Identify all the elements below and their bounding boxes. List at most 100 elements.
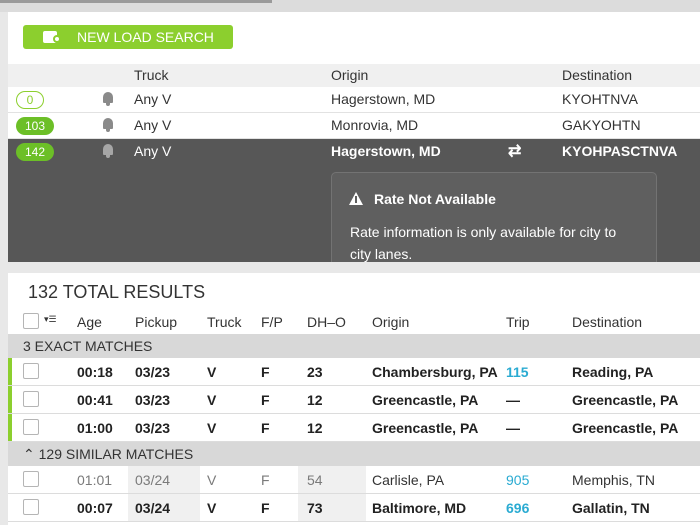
similar-matches-label: ⌃ 129 SIMILAR MATCHES <box>23 446 194 462</box>
cell-trip[interactable]: 905 <box>506 472 529 488</box>
cell-age: 01:01 <box>77 472 113 488</box>
cell-trip: — <box>506 420 520 436</box>
cell-origin: Greencastle, PA <box>372 420 479 436</box>
cell-destination: Memphis, TN <box>572 472 655 488</box>
new-load-search-label: NEW LOAD SEARCH <box>77 29 214 45</box>
match-count-badge: 103 <box>16 117 54 135</box>
row-checkbox[interactable] <box>23 499 39 515</box>
cell-truck: V <box>207 472 217 488</box>
exact-matches-label: 3 EXACT MATCHES <box>23 338 153 354</box>
cell-fp: F <box>261 500 270 516</box>
table-row[interactable]: 00:18 03/23 V F 23 Chambersburg, PA 115 … <box>8 358 700 386</box>
cell-origin: Chambersburg, PA <box>372 364 498 380</box>
cell-fp: F <box>261 472 270 488</box>
sort-menu-icon[interactable]: ▾☰ <box>44 314 57 325</box>
top-strip <box>0 0 700 12</box>
bell-icon[interactable] <box>102 92 114 106</box>
load-row[interactable]: 0 Any V Hagerstown, MD KYOHTNVA <box>8 87 700 113</box>
col-destination: Destination <box>562 67 633 83</box>
cell-trip[interactable]: 696 <box>506 500 529 516</box>
col-pickup[interactable]: Pickup <box>135 314 177 330</box>
cell-fp: F <box>261 392 270 408</box>
top-strip-tab <box>0 0 272 3</box>
col-trip[interactable]: Trip <box>506 314 530 330</box>
col-dho[interactable]: DH–O <box>307 314 346 330</box>
col-fp[interactable]: F/P <box>261 314 283 330</box>
row-checkbox[interactable] <box>23 419 39 435</box>
new-load-search-button[interactable]: NEW LOAD SEARCH <box>23 25 233 49</box>
total-results: 132 TOTAL RESULTS <box>28 282 206 302</box>
select-all-checkbox[interactable] <box>23 313 39 329</box>
load-truck: Any V <box>134 91 172 107</box>
cell-pickup: 03/23 <box>135 420 171 436</box>
results-header: ▾☰ Age Pickup Truck F/P DH–O Origin Trip… <box>8 309 700 334</box>
cell-truck: V <box>207 392 217 408</box>
match-count-badge: 142 <box>16 143 54 161</box>
load-search-panel: NEW LOAD SEARCH Truck Origin Destination… <box>8 12 700 262</box>
similar-matches-section[interactable]: ⌃ 129 SIMILAR MATCHES <box>8 442 700 466</box>
cell-trip[interactable]: 115 <box>506 364 529 380</box>
load-destination: GAKYOHTN <box>562 117 641 133</box>
bell-icon[interactable] <box>102 118 114 132</box>
cell-destination: Reading, PA <box>572 364 654 380</box>
cell-dho: 73 <box>307 500 323 516</box>
cell-age: 00:07 <box>77 500 113 516</box>
cell-truck: V <box>207 420 217 436</box>
cell-truck: V <box>207 500 217 516</box>
cell-destination: Gallatin, TN <box>572 500 650 516</box>
cell-dho: 54 <box>307 472 323 488</box>
load-row[interactable]: 103 Any V Monrovia, MD GAKYOHTN <box>8 113 700 139</box>
load-origin: Monrovia, MD <box>331 117 419 133</box>
collapse-chevron-icon[interactable]: ⌃ <box>23 446 35 462</box>
load-list-header: Truck Origin Destination <box>8 64 700 87</box>
cell-trip: — <box>506 392 520 408</box>
load-destination: KYOHTNVA <box>562 91 638 107</box>
table-row[interactable]: 01:00 03/23 V F 12 Greencastle, PA — Gre… <box>8 414 700 442</box>
exact-match-marker <box>8 358 12 385</box>
cell-pickup: 03/23 <box>135 392 171 408</box>
cell-pickup: 03/24 <box>135 472 171 488</box>
load-row-selected[interactable]: 142 Any V Hagerstown, MD ⇄ KYOHPASCTNVA … <box>8 139 700 262</box>
truck-search-icon <box>43 29 63 45</box>
table-row[interactable]: 00:41 03/23 V F 12 Greencastle, PA — Gre… <box>8 386 700 414</box>
cell-fp: F <box>261 364 270 380</box>
cell-destination: Greencastle, PA <box>572 392 679 408</box>
col-truck: Truck <box>134 67 169 83</box>
load-truck: Any V <box>134 117 172 133</box>
cell-age: 00:41 <box>77 392 113 408</box>
row-checkbox[interactable] <box>23 471 39 487</box>
table-row[interactable]: 01:01 03/24 V F 54 Carlisle, PA 905 Memp… <box>8 466 700 494</box>
cell-truck: V <box>207 364 217 380</box>
row-checkbox[interactable] <box>23 363 39 379</box>
cell-destination: Greencastle, PA <box>572 420 679 436</box>
exact-matches-section: 3 EXACT MATCHES <box>8 334 700 358</box>
cell-dho: 12 <box>307 392 323 408</box>
tooltip-title: Rate Not Available <box>374 191 496 207</box>
load-truck: Any V <box>134 143 172 159</box>
cell-dho: 23 <box>307 364 323 380</box>
col-age[interactable]: Age <box>77 314 102 330</box>
row-checkbox[interactable] <box>23 391 39 407</box>
col-destination[interactable]: Destination <box>572 314 642 330</box>
cell-origin: Baltimore, MD <box>372 500 467 516</box>
table-row[interactable]: 00:07 03/24 V F 73 Baltimore, MD 696 Gal… <box>8 494 700 522</box>
rate-not-available-tooltip: Rate Not Available Rate information is o… <box>331 172 657 262</box>
cell-pickup: 03/23 <box>135 364 171 380</box>
col-origin[interactable]: Origin <box>372 314 409 330</box>
col-truck[interactable]: Truck <box>207 314 241 330</box>
cell-pickup: 03/24 <box>135 500 171 516</box>
cell-age: 00:18 <box>77 364 113 380</box>
swap-icon[interactable]: ⇄ <box>508 141 521 161</box>
match-count-badge: 0 <box>16 91 44 109</box>
results-panel: 132 TOTAL RESULTS ▾☰ Age Pickup Truck F/… <box>8 273 700 525</box>
exact-match-marker <box>8 386 12 413</box>
cell-age: 01:00 <box>77 420 113 436</box>
cell-dho: 12 <box>307 420 323 436</box>
bell-icon[interactable] <box>102 144 114 158</box>
tooltip-body: Rate information is only available for c… <box>350 224 617 262</box>
cell-origin: Carlisle, PA <box>372 472 445 488</box>
load-origin: Hagerstown, MD <box>331 91 436 107</box>
warning-icon-mark <box>355 196 357 203</box>
cell-origin: Greencastle, PA <box>372 392 479 408</box>
load-origin: Hagerstown, MD <box>331 143 441 159</box>
